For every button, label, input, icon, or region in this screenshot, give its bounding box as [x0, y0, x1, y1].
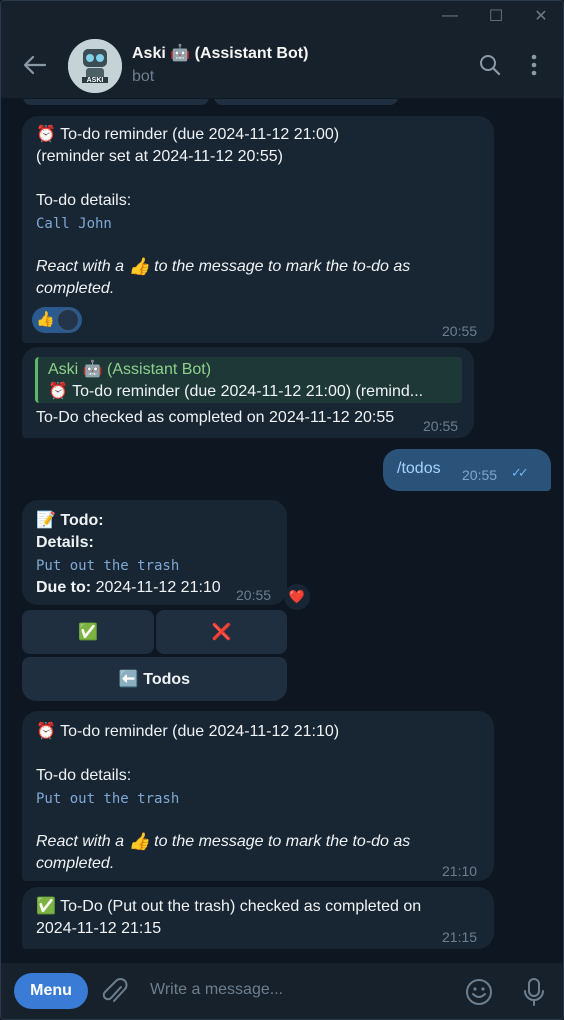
bot-avatar[interactable]: ASKI	[68, 39, 122, 93]
message-time: 20:55	[236, 587, 272, 603]
bot-menu-button[interactable]: Menu	[14, 973, 88, 1009]
quote-author: Aski 🤖 (Assistant Bot)	[48, 361, 212, 378]
instructions-text: React with a	[36, 258, 125, 275]
todo-title: 📝 Todo:	[36, 512, 104, 529]
cross-mark-icon: ❌	[211, 624, 232, 641]
instructions-text: to the message to mark the to-do as	[154, 258, 411, 275]
message-bubble-reminder[interactable]: ⏰ To-do reminder (due 2024-11-12 21:00) …	[22, 116, 494, 343]
chat-title[interactable]: Aski 🤖 (Assistant Bot)	[132, 43, 308, 63]
instructions-text: to the message to mark the to-do as	[154, 833, 411, 850]
details-label: To-do details:	[36, 767, 132, 784]
thumbs-up-icon: 👍	[128, 832, 150, 851]
outgoing-message-bubble[interactable]: /todos 20:55 ✓✓	[383, 449, 551, 491]
command-text: /todos	[397, 460, 441, 477]
reaction-badge[interactable]: 👍	[32, 307, 82, 333]
message-input[interactable]: Write a message...	[150, 981, 283, 999]
message-text: ⏰ To-do reminder (due 2024-11-12 21:10)	[36, 723, 340, 740]
minimize-icon: —	[442, 7, 458, 24]
message-text: (reminder set at 2024-11-12 20:55)	[36, 148, 283, 165]
delete-todo-button[interactable]: ❌	[156, 610, 287, 654]
thumbs-up-icon: 👍	[128, 257, 150, 276]
minimize-button[interactable]: —	[435, 5, 465, 27]
back-to-todos-label: ⬅️ Todos	[118, 671, 191, 688]
reply-quote[interactable]: Aski 🤖 (Assistant Bot) ⏰ To-do reminder …	[35, 357, 462, 403]
todo-detail-code[interactable]: Call John	[36, 213, 112, 235]
chat-header: ASKI Aski 🤖 (Assistant Bot) bot	[1, 31, 563, 99]
reactor-avatar	[56, 309, 79, 331]
message-instructions: React with a 👍 to the message to mark th…	[36, 831, 476, 875]
back-to-todos-button[interactable]: ⬅️ Todos	[22, 657, 287, 701]
message-time: 21:15	[442, 929, 478, 945]
message-bubble-confirmation[interactable]: Aski 🤖 (Assistant Bot) ⏰ To-do reminder …	[22, 347, 474, 438]
mark-done-button[interactable]: ✅	[22, 610, 154, 654]
more-options-icon[interactable]	[520, 51, 548, 79]
message-text: ✅ To-Do (Put out the trash) checked as c…	[36, 898, 422, 915]
back-arrow-icon[interactable]	[21, 51, 49, 79]
attach-paperclip-icon[interactable]	[101, 977, 129, 1007]
instructions-text: completed.	[36, 280, 115, 297]
check-mark-icon: ✅	[78, 624, 98, 641]
message-instructions: React with a 👍 to the message to mark th…	[36, 256, 476, 300]
quote-text: ⏰ To-do reminder (due 2024-11-12 21:00) …	[48, 383, 424, 400]
instructions-text: React with a	[36, 833, 125, 850]
message-time: 20:55	[442, 323, 478, 339]
todo-detail-code[interactable]: Put out the trash	[36, 555, 179, 577]
chat-status: bot	[132, 68, 155, 85]
emoji-icon[interactable]	[464, 977, 494, 1007]
details-label: Details:	[36, 534, 94, 551]
read-checkmarks-icon: ✓✓	[511, 465, 529, 480]
instructions-text: completed.	[36, 855, 115, 872]
due-label: Due to:	[36, 579, 92, 596]
due-line: Due to: 2024-11-12 21:10	[36, 577, 221, 599]
telegram-window: — ☐ ✕ ASKI Aski 🤖 (Assistant Bot) bot ⏰ …	[0, 0, 564, 1020]
heart-reaction-icon[interactable]: ❤️	[284, 584, 310, 610]
close-icon: ✕	[534, 8, 548, 25]
message-time: 20:55	[462, 467, 498, 483]
message-list[interactable]: ⏰ To-do reminder (due 2024-11-12 21:00) …	[1, 99, 563, 963]
maximize-button[interactable]: ☐	[481, 5, 511, 27]
maximize-icon: ☐	[488, 8, 504, 25]
previous-keyboard-button[interactable]	[214, 99, 398, 105]
robot-avatar-icon	[68, 39, 122, 93]
message-bubble-reminder[interactable]: ⏰ To-do reminder (due 2024-11-12 21:10) …	[22, 711, 494, 881]
avatar-logo-text: ASKI	[86, 77, 104, 84]
message-bubble-completed[interactable]: ✅ To-Do (Put out the trash) checked as c…	[22, 887, 494, 949]
message-text: 2024-11-12 21:15	[36, 920, 162, 937]
previous-keyboard-button[interactable]	[23, 99, 209, 105]
search-icon[interactable]	[476, 51, 504, 79]
thumbs-up-reaction-icon: 👍	[36, 311, 55, 328]
message-time: 21:10	[442, 863, 478, 879]
message-text: To-Do checked as completed on 2024-11-12…	[36, 409, 395, 426]
composer-bar: Menu Write a message...	[1, 963, 563, 1019]
message-time: 20:55	[423, 418, 459, 434]
todo-detail-code[interactable]: Put out the trash	[36, 788, 179, 810]
microphone-icon[interactable]	[520, 976, 548, 1008]
message-bubble-todo[interactable]: 📝 Todo: Details: Put out the trash Due t…	[22, 500, 287, 605]
close-button[interactable]: ✕	[526, 5, 556, 27]
due-value: 2024-11-12 21:10	[95, 579, 221, 596]
details-label: To-do details:	[36, 192, 132, 209]
message-text: ⏰ To-do reminder (due 2024-11-12 21:00)	[36, 126, 340, 143]
window-titlebar: — ☐ ✕	[1, 1, 563, 31]
